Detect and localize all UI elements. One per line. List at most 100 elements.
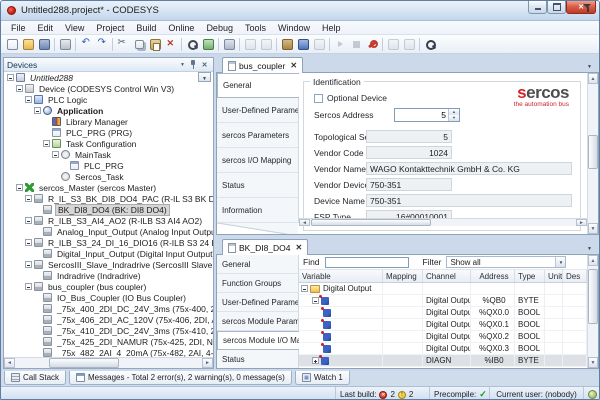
scrollbar-thumb[interactable] <box>588 135 598 169</box>
table-row[interactable]: Digital Output%QB0BYTE <box>299 295 587 307</box>
tree-item[interactable]: _75x_400_2DI_DC_24V_3ms (75x-400, 2DI, D… <box>4 303 213 314</box>
pin-icon[interactable] <box>188 59 199 70</box>
tree-item[interactable]: Indradrive (Indradrive) <box>4 270 213 281</box>
tree-item[interactable]: sercos_Master (sercos Master) <box>4 182 213 193</box>
close-tab-icon[interactable] <box>290 61 297 70</box>
expand-toggle[interactable] <box>25 239 32 246</box>
expand-toggle[interactable] <box>312 357 319 364</box>
find-button[interactable] <box>184 36 200 52</box>
column-header[interactable]: Channel <box>423 270 471 282</box>
menu-item-window[interactable]: Window <box>272 23 316 33</box>
tree-item[interactable]: R_IL_S3_BK_DI8_DO4_PAC (R-IL S3 BK DI8 D… <box>4 193 213 204</box>
table-row[interactable]: Digital Output <box>299 283 587 295</box>
tab-sercos-i-o-mapping[interactable]: sercos I/O Mapping <box>217 148 298 173</box>
sercos-address-input[interactable] <box>395 109 448 121</box>
table-vertical-scrollbar[interactable] <box>587 255 598 368</box>
tree-item[interactable]: _75x_482_2AI_4_20mA (75x-482, 2AI, 4-20m… <box>4 347 213 357</box>
table-row[interactable]: DIAGN%IB0BYTE <box>299 355 587 367</box>
tab-general[interactable]: General <box>217 73 299 98</box>
column-header[interactable]: Mapping <box>383 270 423 282</box>
panel-menu-icon[interactable] <box>177 59 188 70</box>
delete-button[interactable] <box>163 36 179 52</box>
filter-dropdown[interactable]: Show all <box>446 256 566 268</box>
tab-bk-di8-do4[interactable]: BK_DI8_DO4 <box>222 239 308 255</box>
tab-list-dropdown-icon[interactable] <box>584 60 595 70</box>
tree-item[interactable]: Sercos_Task <box>4 171 213 182</box>
scroll-down-icon[interactable] <box>588 223 598 234</box>
tab-list-dropdown-icon[interactable] <box>584 242 595 252</box>
save-button[interactable] <box>36 36 52 52</box>
open-project-button[interactable] <box>20 36 36 52</box>
expand-toggle[interactable] <box>16 85 23 92</box>
menu-item-online[interactable]: Online <box>162 23 200 33</box>
tree-item[interactable]: MainTask <box>4 149 213 160</box>
table-row[interactable]: Digital Output 3%QX0.2BOOL <box>299 331 587 343</box>
tab-user-defined-parameters[interactable]: User-Defined Parameters <box>217 98 298 123</box>
print-button[interactable] <box>57 36 73 52</box>
tree-item[interactable]: _75x_410_2DI_DC_24V_3ms (75x-410, 2DI, D… <box>4 325 213 336</box>
tree-item[interactable]: SercosIII_Slave_Indradrive (SercosIII Sl… <box>4 259 213 270</box>
expand-toggle[interactable] <box>25 195 32 202</box>
column-header[interactable]: Type <box>515 270 545 282</box>
table-row[interactable]: Digital Output 1%QX0.0BOOL <box>299 307 587 319</box>
menu-item-file[interactable]: File <box>5 23 32 33</box>
tab-sercos-parameters[interactable]: sercos Parameters <box>217 123 298 148</box>
redo-button[interactable] <box>94 36 110 52</box>
find-input[interactable] <box>325 257 409 268</box>
menu-item-tools[interactable]: Tools <box>239 23 272 33</box>
devices-panel-header[interactable]: Devices <box>4 58 213 72</box>
tab-status[interactable]: Status <box>217 173 298 198</box>
column-header[interactable]: Variable <box>299 270 383 282</box>
tab-status[interactable]: Status <box>217 350 298 369</box>
scroll-down-icon[interactable] <box>588 357 598 368</box>
expand-toggle[interactable] <box>43 140 50 147</box>
scroll-right-icon[interactable] <box>202 358 213 368</box>
table-row[interactable]: Digital Output 2%QX0.1BOOL <box>299 319 587 331</box>
menu-item-project[interactable]: Project <box>90 23 130 33</box>
optional-device-checkbox[interactable] <box>314 94 323 103</box>
column-header[interactable]: Unit <box>545 270 563 282</box>
menu-item-help[interactable]: Help <box>316 23 347 33</box>
tree-item[interactable]: Untitled288 <box>4 72 213 83</box>
expand-toggle[interactable] <box>25 217 32 224</box>
current-user-status[interactable]: Current user: (nobody) <box>489 387 583 400</box>
tree-item[interactable]: _75x_406_2DI_AC_120V (75x-406, 2DI, AC 1… <box>4 314 213 325</box>
menu-item-view[interactable]: View <box>59 23 90 33</box>
form-horizontal-scrollbar[interactable] <box>299 218 587 226</box>
scrollbar-thumb[interactable] <box>588 269 598 324</box>
expand-toggle[interactable] <box>34 107 41 114</box>
tab-sercos-module-i-o-mapping[interactable]: sercos Module I/O Mapping <box>217 331 299 350</box>
expand-toggle[interactable] <box>25 96 32 103</box>
table-row[interactable]: Digital Output 4%QX0.3BOOL <box>299 343 587 355</box>
close-tab-icon[interactable] <box>296 243 303 252</box>
build-button[interactable] <box>295 36 311 52</box>
scroll-right-icon[interactable] <box>576 219 587 226</box>
tree-item[interactable]: BK_DI8_DO4 (BK: DI8 DO4) <box>4 204 213 215</box>
filter-icon[interactable] <box>583 3 592 12</box>
tab-general[interactable]: General <box>217 255 298 274</box>
scroll-up-icon[interactable] <box>588 255 598 266</box>
tree-item[interactable]: Digital_Input_Output (Digital Input Outp… <box>4 248 213 259</box>
panel-tab-messages[interactable]: Messages - Total 2 error(s), 2 warning(s… <box>69 371 292 385</box>
expand-toggle[interactable] <box>7 74 14 81</box>
panel-close-icon[interactable] <box>199 59 210 70</box>
expand-toggle[interactable] <box>25 283 32 290</box>
column-header[interactable]: Des <box>563 270 587 282</box>
tab-function-groups[interactable]: Function Groups <box>217 274 298 293</box>
tree-item[interactable]: Task Configuration <box>4 138 213 149</box>
minimize-button[interactable] <box>528 1 547 14</box>
cut-button[interactable] <box>115 36 131 52</box>
devices-horizontal-scrollbar[interactable] <box>4 357 213 368</box>
new-file-button[interactable] <box>4 36 20 52</box>
tree-item[interactable]: PLC Logic <box>4 94 213 105</box>
find-replace-button[interactable] <box>200 36 216 52</box>
maximize-button[interactable] <box>547 1 566 14</box>
tree-item[interactable]: Library Manager <box>4 116 213 127</box>
scrollbar-thumb[interactable] <box>311 219 431 226</box>
expand-toggle[interactable] <box>52 151 59 158</box>
tree-item[interactable]: Analog_Input_Output (Analog Input Output… <box>4 226 213 237</box>
tab-information[interactable]: Information <box>217 198 298 223</box>
zoom-button[interactable] <box>422 36 438 52</box>
menu-item-edit[interactable]: Edit <box>32 23 60 33</box>
paste-button[interactable] <box>147 36 163 52</box>
